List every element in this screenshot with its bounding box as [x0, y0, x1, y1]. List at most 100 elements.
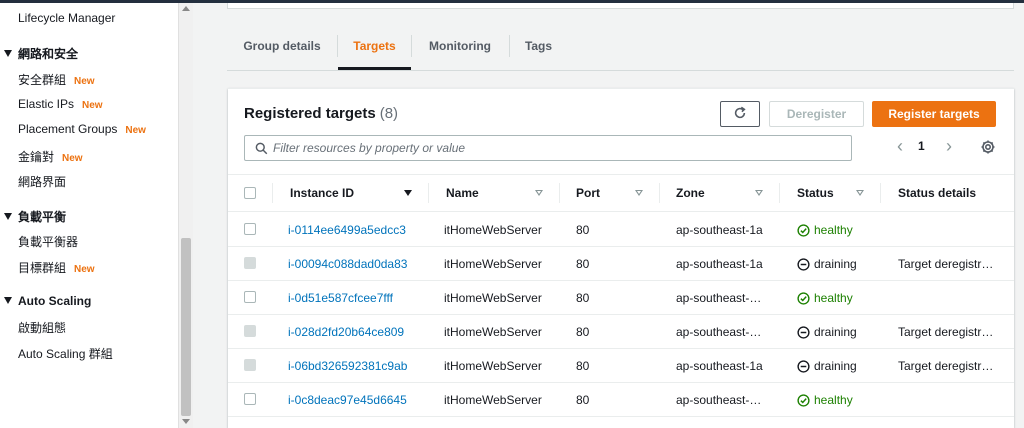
- sort-icon[interactable]: [856, 190, 864, 196]
- filter-box: [244, 135, 852, 161]
- status-details: [898, 281, 998, 315]
- refresh-icon: [734, 106, 746, 119]
- table-row[interactable]: i-06bd326592381c9ab itHomeWebServer 80 a…: [228, 349, 1014, 383]
- column-header-zone[interactable]: Zone: [676, 175, 705, 211]
- status-details: Target deregistr…: [898, 257, 994, 271]
- sidebar-item-elastic-ips[interactable]: Elastic IPs New: [18, 97, 103, 111]
- status-details: Target deregistr…: [898, 359, 994, 373]
- port: 80: [576, 393, 590, 407]
- registered-targets-panel: Registered targets (8) Deregister Registe…: [228, 88, 1014, 428]
- instance-id-link[interactable]: i-028d2fd20b64ce809: [288, 315, 418, 349]
- minus-circle-icon: [797, 257, 810, 271]
- sidebar-item-load-balancers[interactable]: 負載平衡器: [18, 233, 78, 250]
- sidebar-item-placement-groups[interactable]: Placement Groups New: [18, 122, 146, 136]
- tab-divider: [509, 35, 510, 57]
- instance-id-link[interactable]: i-0d51e587cfcee7fff: [288, 281, 418, 315]
- instance-id-link[interactable]: i-0114ee6499a5edcc3: [288, 213, 418, 247]
- settings-gear-icon[interactable]: [980, 139, 996, 155]
- previous-page-icon[interactable]: ‹: [893, 137, 907, 155]
- sidebar-scrollbar[interactable]: [178, 3, 193, 428]
- sidebar-section-network-security[interactable]: 網路和安全: [4, 45, 78, 62]
- sort-descending-icon[interactable]: [404, 190, 412, 196]
- filter-input[interactable]: [273, 136, 843, 160]
- deregister-button[interactable]: Deregister: [769, 101, 864, 127]
- refresh-button[interactable]: [720, 101, 760, 127]
- column-divider: [779, 183, 780, 203]
- new-badge: New: [74, 264, 95, 275]
- tab-targets[interactable]: Targets: [338, 28, 411, 70]
- instance-name: itHomeWebServer: [444, 257, 542, 271]
- sidebar: Lifecycle Manager 網路和安全 安全群組 New Elastic …: [0, 3, 178, 428]
- zone: ap-southeast-1a: [676, 257, 763, 271]
- tab-monitoring[interactable]: Monitoring: [419, 28, 501, 70]
- new-badge: New: [62, 153, 83, 164]
- scroll-down-arrow-icon[interactable]: [182, 419, 190, 424]
- caret-down-icon: [4, 50, 12, 57]
- select-all-checkbox[interactable]: [244, 187, 256, 199]
- sidebar-item-launch-configurations[interactable]: 啟動組態: [18, 319, 66, 336]
- port: 80: [576, 291, 590, 305]
- status: healthy: [797, 281, 877, 315]
- new-badge: New: [74, 76, 95, 87]
- row-checkbox[interactable]: [244, 291, 256, 303]
- row-checkbox[interactable]: [244, 223, 256, 235]
- sidebar-item-network-interfaces[interactable]: 網路界面: [18, 173, 66, 190]
- status-details: Target deregistr…: [898, 325, 994, 339]
- instance-name: itHomeWebServer: [444, 393, 542, 407]
- table-row[interactable]: i-0114ee6499a5edcc3 itHomeWebServer 80 a…: [228, 213, 1014, 247]
- new-badge: New: [82, 100, 103, 111]
- status: draining: [797, 247, 877, 281]
- status-details: [898, 213, 998, 247]
- caret-down-icon: [4, 213, 12, 220]
- column-header-port[interactable]: Port: [576, 175, 600, 211]
- table-row[interactable]: i-00094c088dad0da83 itHomeWebServer 80 a…: [228, 247, 1014, 281]
- sidebar-section-auto-scaling[interactable]: Auto Scaling: [4, 294, 91, 308]
- minus-circle-icon: [797, 359, 810, 373]
- table-row[interactable]: i-0d51e587cfcee7fff itHomeWebServer 80 a…: [228, 281, 1014, 315]
- zone: ap-southeast-…: [676, 393, 762, 407]
- tab-tags[interactable]: Tags: [516, 28, 561, 70]
- column-divider: [272, 183, 273, 203]
- sidebar-section-load-balancing[interactable]: 負載平衡: [4, 208, 66, 225]
- instance-id-link[interactable]: i-0c8deac97e45d6645: [288, 383, 418, 417]
- column-divider: [880, 183, 881, 203]
- sidebar-item-lifecycle-manager[interactable]: Lifecycle Manager: [18, 11, 115, 25]
- column-header-status-details[interactable]: Status details: [898, 175, 976, 211]
- sidebar-item-auto-scaling-groups[interactable]: Auto Scaling 群組: [18, 345, 113, 362]
- instance-id-link[interactable]: i-00094c088dad0da83: [288, 247, 418, 281]
- row-checkbox-disabled: [244, 325, 256, 337]
- column-header-status[interactable]: Status: [797, 175, 834, 211]
- check-circle-icon: [797, 223, 810, 237]
- sidebar-item-security-groups[interactable]: 安全群組 New: [18, 71, 95, 88]
- column-divider: [428, 183, 429, 203]
- next-page-icon[interactable]: ›: [942, 137, 956, 155]
- instance-name: itHomeWebServer: [444, 359, 542, 373]
- scrollbar-thumb[interactable]: [181, 238, 191, 416]
- register-targets-button[interactable]: Register targets: [872, 101, 996, 127]
- tab-group-details[interactable]: Group details: [237, 28, 327, 70]
- tab-bar: Group details Targets Monitoring Tags: [227, 28, 1014, 71]
- scroll-up-arrow-icon[interactable]: [182, 6, 190, 11]
- instance-id-link[interactable]: i-06bd326592381c9ab: [288, 349, 418, 383]
- row-checkbox[interactable]: [244, 393, 256, 405]
- column-header-instance-id[interactable]: Instance ID: [290, 175, 354, 211]
- port: 80: [576, 325, 590, 339]
- page-number[interactable]: 1: [918, 139, 925, 153]
- table-row[interactable]: i-0c8deac97e45d6645 itHomeWebServer 80 a…: [228, 383, 1014, 417]
- sort-icon[interactable]: [635, 190, 643, 196]
- port: 80: [576, 257, 590, 271]
- sidebar-item-key-pairs[interactable]: 金鑰對 New: [18, 148, 83, 165]
- table-row[interactable]: i-028d2fd20b64ce809 itHomeWebServer 80 a…: [228, 315, 1014, 349]
- zone: ap-southeast-1a: [676, 223, 763, 237]
- row-checkbox-disabled: [244, 257, 256, 269]
- sidebar-item-target-groups[interactable]: 目標群組 New: [18, 259, 95, 276]
- port: 80: [576, 223, 590, 237]
- check-circle-icon: [797, 291, 810, 305]
- sort-icon[interactable]: [535, 190, 543, 196]
- status: draining: [797, 349, 877, 383]
- sort-icon[interactable]: [755, 190, 763, 196]
- table-header: Instance ID Name Port Zone Status Status…: [228, 174, 1014, 212]
- new-badge: New: [125, 125, 146, 136]
- column-divider: [559, 183, 560, 203]
- column-header-name[interactable]: Name: [446, 175, 479, 211]
